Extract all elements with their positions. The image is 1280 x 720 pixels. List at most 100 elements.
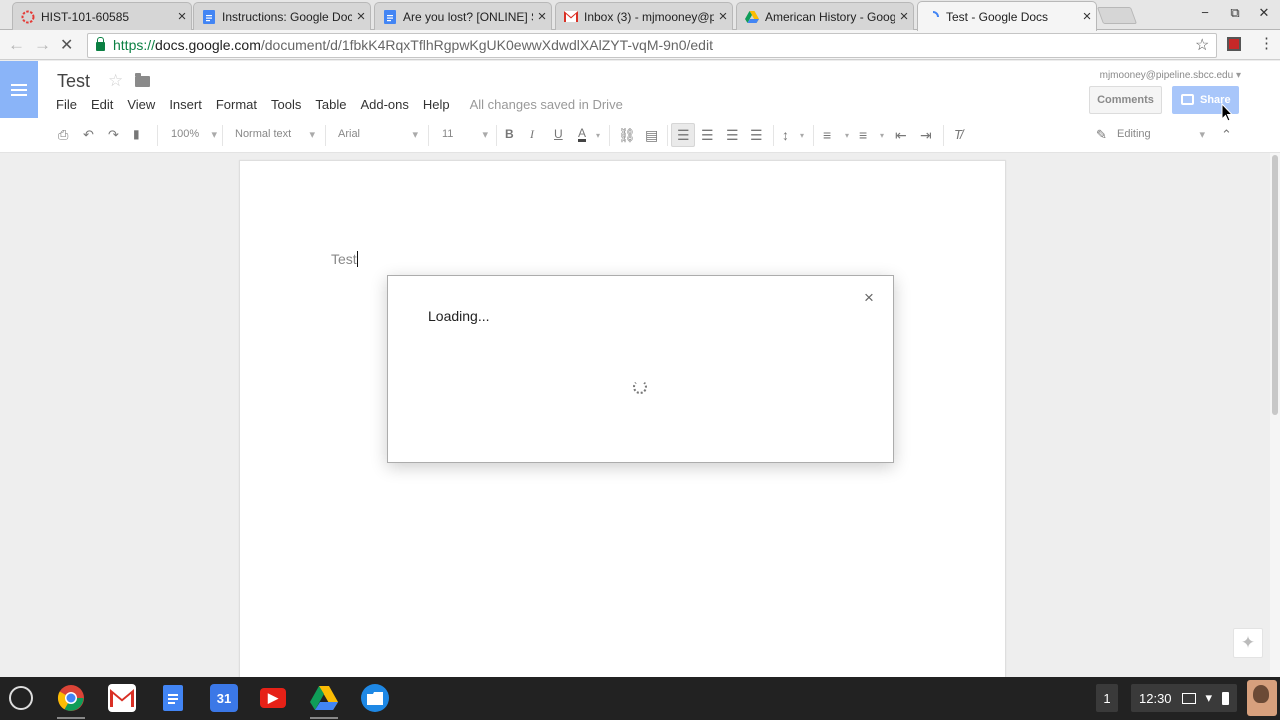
chevron-down-icon[interactable]: ▾ [845,131,849,140]
close-icon[interactable]: × [1078,8,1096,25]
comments-button[interactable]: Comments [1089,86,1162,114]
youtube-icon[interactable]: ▶ [260,688,286,708]
stop-loading-icon[interactable]: ✕ [60,35,73,55]
italic-button[interactable]: I [530,127,534,142]
redo-icon[interactable]: ↷ [108,127,119,143]
underline-button[interactable]: U [554,127,563,141]
align-center-icon[interactable]: ☰ [701,127,714,144]
menu-help[interactable]: Help [423,97,450,112]
files-icon[interactable] [361,684,389,712]
zoom-select[interactable]: 100% [171,128,217,141]
line-spacing-icon[interactable]: ↕ [782,127,789,143]
minimize-icon[interactable]: − [1197,5,1213,20]
tab-strip: HIST-101-60585 × Instructions: Google Do… [0,0,1280,31]
tab-title: Instructions: Google Doc [222,9,352,24]
chevron-down-icon[interactable]: ▾ [880,131,884,140]
collapse-icon[interactable]: ⌃ [1221,127,1232,143]
paint-format-icon[interactable]: ▮ [133,127,140,141]
restore-icon[interactable]: ⧉ [1227,5,1243,21]
document-title[interactable]: Test [57,71,90,92]
notification-badge[interactable]: 1 [1096,684,1118,712]
menu-view[interactable]: View [127,97,155,112]
tab-hist-101[interactable]: HIST-101-60585 × [12,2,192,30]
tab-are-you-lost[interactable]: Are you lost? [ONLINE] S × [374,2,552,30]
google-drive-icon[interactable] [310,684,338,712]
document-body[interactable]: Test [331,251,358,267]
increase-indent-icon[interactable]: ⇥ [920,127,932,144]
launcher-icon[interactable] [9,686,33,710]
star-icon[interactable]: ☆ [108,71,123,91]
font-size-select[interactable]: 11 [442,128,488,141]
chevron-down-icon[interactable]: ▾ [800,131,804,140]
menu-format[interactable]: Format [216,97,257,112]
close-icon[interactable]: × [173,8,191,25]
bulleted-list-icon[interactable]: ≡ [859,127,867,143]
bookmark-star-icon[interactable]: ☆ [1195,35,1209,55]
menu-tools[interactable]: Tools [271,97,301,112]
close-icon[interactable]: × [352,8,370,25]
scrollbar-thumb[interactable] [1272,155,1278,415]
print-icon[interactable]: ⎙ [58,127,68,143]
tab-inbox[interactable]: Inbox (3) - mjmooney@p × [555,2,733,30]
system-tray[interactable]: 12:30 ▾ [1131,684,1238,712]
loading-dialog: Loading... × [387,275,894,463]
tab-american-history[interactable]: American History - Goog × [736,2,914,30]
calendar-icon[interactable]: 31 [210,684,238,712]
undo-icon[interactable]: ↶ [83,127,94,143]
new-tab-button[interactable] [1096,7,1138,24]
menu-insert[interactable]: Insert [169,97,202,112]
close-icon[interactable]: × [895,8,913,25]
os-shelf: 31 ▶ 1 12:30 ▾ [0,677,1280,720]
menu-file[interactable]: File [56,97,77,112]
explore-icon[interactable]: ✦ [1233,628,1263,658]
google-docs-icon[interactable] [159,684,187,712]
menu-table[interactable]: Table [315,97,346,112]
dialog-title: Loading... [428,308,490,324]
google-docs-icon [383,9,397,24]
docs-home-icon[interactable] [0,61,38,118]
close-window-icon[interactable]: ✕ [1256,5,1272,21]
battery-icon [1222,691,1230,705]
account-email[interactable]: mjmooney@pipeline.sbcc.edu [1100,70,1241,81]
google-docs-icon [202,9,216,24]
clear-formatting-icon[interactable]: T̸ [954,127,962,142]
back-icon[interactable]: ← [8,35,25,55]
text-color-button[interactable]: A [578,127,587,142]
bold-button[interactable]: B [505,127,514,141]
chevron-down-icon[interactable]: ▾ [596,131,600,140]
menu-edit[interactable]: Edit [91,97,113,112]
tab-title: HIST-101-60585 [41,9,130,24]
align-right-icon[interactable]: ☰ [726,127,739,144]
menu-dots-icon[interactable]: ⋮ [1259,34,1274,52]
link-icon[interactable]: ⛓ [618,127,636,144]
gmail-icon[interactable] [108,684,136,712]
folder-icon[interactable] [135,73,150,87]
gmail-icon [564,10,578,24]
forward-icon[interactable]: → [34,35,51,55]
numbered-list-icon[interactable]: ≡ [823,127,831,143]
close-icon[interactable]: × [533,8,551,25]
decrease-indent-icon[interactable]: ⇤ [895,127,907,144]
close-icon[interactable]: × [864,288,874,308]
mouse-cursor-icon [1221,103,1233,122]
tab-title: Inbox (3) - mjmooney@p [584,9,714,24]
omnibox[interactable]: https://docs.google.com/document/d/1fbkK… [87,33,1217,58]
screen: HIST-101-60585 × Instructions: Google Do… [0,0,1280,720]
url-path: /document/d/1fbkK4RqxTflhRgpwKgUK0ewwXdw… [260,37,713,53]
justify-icon[interactable]: ☰ [750,127,763,144]
extension-icon[interactable] [1227,37,1241,51]
style-select[interactable]: Normal text [235,128,315,141]
font-select[interactable]: Arial [338,128,418,141]
mode-select[interactable]: Editing [1117,128,1205,141]
close-icon[interactable]: × [714,8,732,25]
save-status[interactable]: All changes saved in Drive [470,97,623,112]
tab-instructions[interactable]: Instructions: Google Doc × [193,2,371,30]
wifi-icon: ▾ [1205,690,1213,705]
pencil-icon[interactable]: ✎ [1096,127,1107,143]
menu-addons[interactable]: Add-ons [360,97,408,112]
comment-icon[interactable]: ▤ [645,127,658,144]
avatar[interactable] [1247,680,1277,716]
scrollbar[interactable] [1270,153,1280,677]
tab-test-google-docs[interactable]: Test - Google Docs × [917,1,1097,31]
chrome-icon[interactable] [57,684,85,712]
